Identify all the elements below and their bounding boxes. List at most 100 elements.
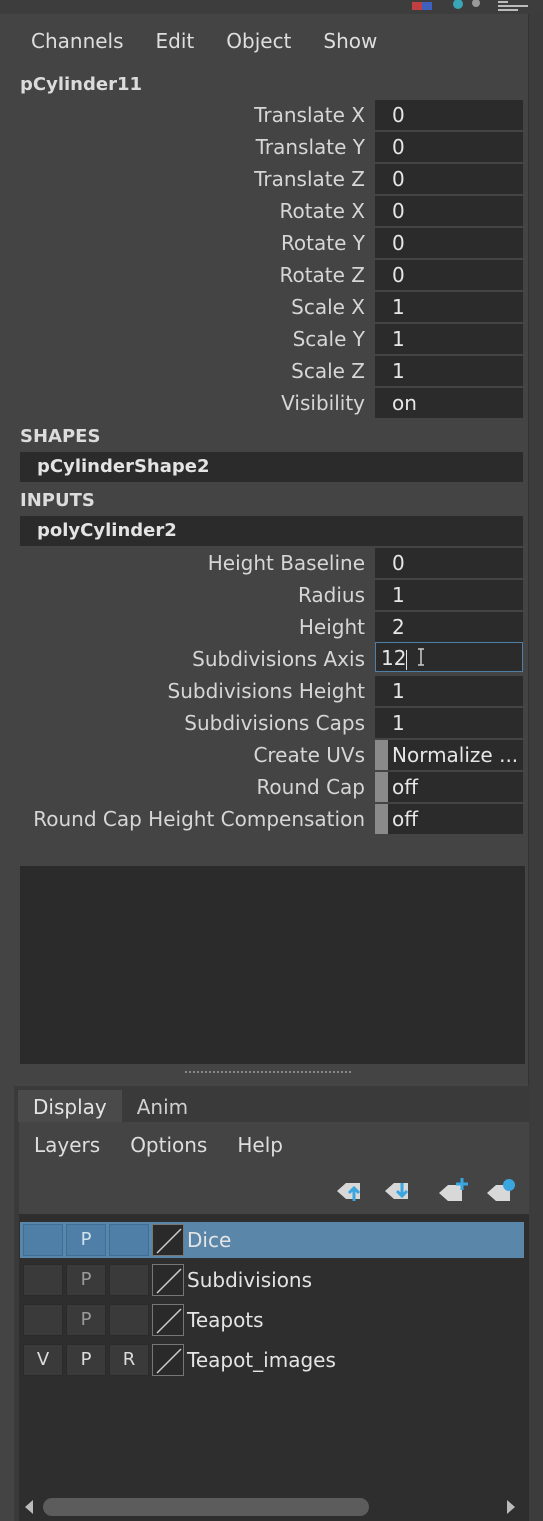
layer-color-swatch[interactable] [152,1304,184,1336]
object-name[interactable]: pCylinder11 [20,74,142,95]
layer-name[interactable]: Teapots [187,1302,264,1338]
attr-label-height[interactable]: Height [5,611,365,643]
channel-box-empty-area [20,866,525,1064]
attr-label-rotate-z[interactable]: Rotate Z [5,259,365,291]
channel-box-menubar: Channels Edit Object Show [15,24,393,58]
attr-label-subdivisions-height[interactable]: Subdivisions Height [5,675,366,707]
horizontal-scroll-thumb[interactable] [43,1498,369,1516]
tab-anim[interactable]: Anim [122,1090,203,1122]
attr-field-translate-y[interactable]: 0 [375,132,523,162]
attr-field-scale-x[interactable]: 1 [375,292,523,322]
layer-display-type-toggle[interactable]: R [109,1344,149,1376]
attr-field-height-baseline[interactable]: 0 [375,548,523,578]
attr-field-height[interactable]: 2 [375,612,523,642]
layer-visibility-toggle[interactable] [23,1304,63,1336]
new-layer-from-selection-icon[interactable] [484,1176,518,1206]
layer-color-swatch[interactable] [152,1264,184,1296]
attr-label-translate-z[interactable]: Translate Z [5,163,365,195]
layer-name[interactable]: Dice [187,1222,231,1258]
inputs-heading: INPUTS [20,490,95,511]
input-node-polycylinder2[interactable]: polyCylinder2 [20,516,523,546]
layer-playback-toggle[interactable]: P [66,1344,106,1376]
attr-field-radius[interactable]: 1 [375,580,523,610]
attr-field-subdivisions-height[interactable]: 1 [375,676,523,706]
panel-splitter-handle[interactable] [183,1066,355,1076]
layer-editor-tabs: Display Anim [18,1090,203,1122]
subdivisions-axis-value: 12 [381,646,407,670]
attr-enum-round-cap[interactable]: off [375,772,523,802]
layer-display-type-toggle[interactable] [109,1304,149,1336]
enum-marker [375,804,388,834]
layer-color-swatch[interactable] [152,1224,184,1256]
layer-name[interactable]: Subdivisions [187,1262,312,1298]
layer-row-dice[interactable]: P Dice [20,1222,524,1258]
round-cap-height-compensation-value: off [392,807,419,831]
horizontal-scrollbar[interactable] [19,1492,529,1521]
layer-display-type-toggle[interactable] [109,1224,149,1256]
attr-field-scale-y[interactable]: 1 [375,324,523,354]
menu-layers[interactable]: Layers [19,1133,115,1157]
right-gutter [528,14,543,1521]
attr-label-visibility[interactable]: Visibility [5,387,365,419]
tab-display[interactable]: Display [18,1090,122,1122]
attr-field-rotate-x[interactable]: 0 [375,196,523,226]
menu-edit[interactable]: Edit [140,24,211,58]
menu-channels[interactable]: Channels [15,24,140,58]
layer-row-subdivisions[interactable]: P Subdivisions [20,1262,524,1298]
layer-display-type-toggle[interactable] [109,1264,149,1296]
layer-color-swatch[interactable] [152,1344,184,1376]
attr-label-subdivisions-caps[interactable]: Subdivisions Caps [5,707,365,739]
layer-name[interactable]: Teapot_images [187,1342,336,1378]
layer-playback-toggle[interactable]: P [66,1304,106,1336]
pin-icon [453,0,463,9]
attr-field-translate-x[interactable]: 0 [375,100,523,130]
scroll-left-icon[interactable] [23,1499,35,1515]
enum-marker [375,772,388,802]
layer-toolbar [19,1168,529,1214]
attr-field-subdivisions-axis[interactable]: 12 [375,642,523,672]
layer-row-teapots[interactable]: P Teapots [20,1302,524,1338]
dot-icon [472,0,480,7]
enum-marker [375,740,388,770]
attr-label-scale-z[interactable]: Scale Z [5,355,365,387]
attr-label-translate-y[interactable]: Translate Y [5,131,365,163]
move-layer-up-icon[interactable] [334,1176,368,1206]
attr-label-scale-x[interactable]: Scale X [5,291,365,323]
attr-field-visibility[interactable]: on [375,388,523,418]
move-layer-down-icon[interactable] [382,1176,416,1206]
new-layer-icon[interactable] [436,1176,470,1206]
attr-label-subdivisions-axis[interactable]: Subdivisions Axis [5,643,365,675]
layer-playback-toggle[interactable]: P [66,1264,106,1296]
attr-field-rotate-z[interactable]: 0 [375,260,523,290]
attr-label-rotate-x[interactable]: Rotate X [5,195,365,227]
layer-editor-menubar: Layers Options Help [19,1122,529,1168]
attr-enum-create-uvs[interactable]: Normalize ... [375,740,523,770]
attr-label-scale-y[interactable]: Scale Y [5,323,365,355]
scroll-right-icon[interactable] [505,1499,517,1515]
menu-help[interactable]: Help [222,1133,298,1157]
top-toolbar-icons [412,0,528,11]
attr-field-translate-z[interactable]: 0 [375,164,523,194]
attr-enum-round-cap-height-compensation[interactable]: off [375,804,523,834]
attr-label-translate-x[interactable]: Translate X [5,99,365,131]
attr-field-subdivisions-caps[interactable]: 1 [375,708,523,738]
attr-label-round-cap[interactable]: Round Cap [5,771,365,803]
layer-row-teapot-images[interactable]: V P R Teapot_images [20,1342,524,1378]
attr-label-height-baseline[interactable]: Height Baseline [5,547,365,579]
attr-field-scale-z[interactable]: 1 [375,356,523,386]
attr-label-rotate-y[interactable]: Rotate Y [5,227,365,259]
attr-label-create-uvs[interactable]: Create UVs [5,739,365,771]
attr-label-round-cap-height-compensation[interactable]: Round Cap Height Compensation [5,803,365,835]
list-icon [498,1,528,11]
shape-node-pcylindershape2[interactable]: pCylinderShape2 [20,452,523,482]
attr-label-radius[interactable]: Radius [5,579,365,611]
menu-object[interactable]: Object [210,24,307,58]
menu-show[interactable]: Show [307,24,393,58]
layer-visibility-toggle[interactable] [23,1224,63,1256]
color-icon [412,2,422,10]
attr-field-rotate-y[interactable]: 0 [375,228,523,258]
layer-visibility-toggle[interactable]: V [23,1344,63,1376]
layer-playback-toggle[interactable]: P [66,1224,106,1256]
layer-visibility-toggle[interactable] [23,1264,63,1296]
menu-options[interactable]: Options [115,1133,222,1157]
